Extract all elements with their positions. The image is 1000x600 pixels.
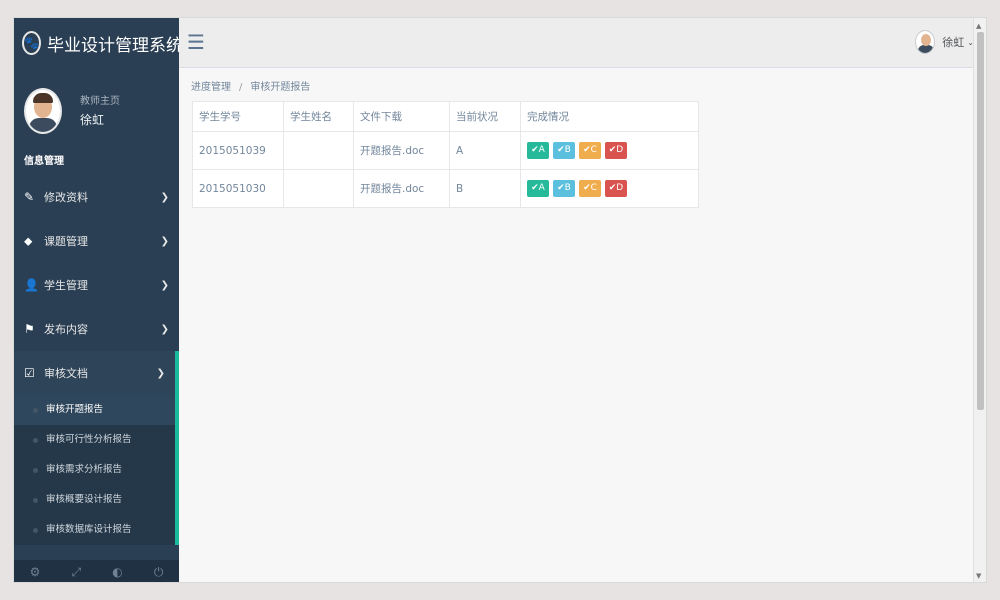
paw-icon: 🐾 [22,31,41,55]
column-header: 当前状况 [449,101,521,132]
sidebar-item-edit-profile[interactable]: ✎ 修改资料 ❯ [14,175,179,219]
grade-c-button[interactable]: ✔C [579,142,601,159]
sidebar-item-label: 发布内容 [44,323,88,336]
avatar [24,87,62,134]
submenu-item-proposal[interactable]: 审核开题报告 [14,395,175,425]
student-name-cell [283,169,354,208]
profile-name: 徐虹 [80,112,105,127]
grade-b-button[interactable]: ✔B [553,180,575,197]
chevron-down-icon: ❯ [160,191,169,203]
breadcrumb: 进度管理 / 审核开题报告 [191,78,310,93]
table-header-row: 学生学号 学生姓名 文件下载 当前状况 完成情况 [192,101,699,132]
status-cell: A [449,131,521,170]
fullscreen-icon[interactable]: ⤢ [72,565,82,580]
sidebar-item-publish[interactable]: ⚑ 发布内容 ❯ [14,307,179,351]
table-row: 2015051039 开题报告.doc A ✔A ✔B ✔C ✔D [192,131,699,170]
menu-section-title: 信息管理 [24,156,64,167]
sidebar-item-review-docs[interactable]: ☑ 审核文档 ❯ [14,351,179,395]
report-table: 学生学号 学生姓名 文件下载 当前状况 完成情况 2015051039 开题报告… [192,101,699,208]
sidebar: 🐾 毕业设计管理系统 教师主页 徐虹 信息管理 ✎ 修改资料 ❯ ⬥ 课题管理 … [14,18,183,582]
breadcrumb-separator: / [239,82,243,93]
grade-buttons: ✔A ✔B ✔C ✔D [520,169,699,208]
user-avatar [915,30,936,54]
profile-welcome: 教师主页 [80,95,120,107]
grade-buttons: ✔A ✔B ✔C ✔D [520,131,699,170]
flag-icon: ⚑ [24,322,35,336]
brand[interactable]: 🐾 毕业设计管理系统 [14,18,183,68]
eye-slash-icon[interactable]: ◐ [112,565,122,579]
tags-icon: ⬥ [24,233,33,248]
submenu-item-feasibility[interactable]: 审核可行性分析报告 [14,425,175,455]
top-navbar: ☰ 徐虹 ⌄ [179,18,986,68]
scroll-up-arrow-icon[interactable]: ▲ [976,22,981,30]
user-name: 徐虹 [942,36,965,49]
sidebar-item-label: 课题管理 [44,235,88,248]
chevron-down-icon: ❯ [160,323,169,335]
chevron-down-icon: ❯ [156,367,165,379]
settings-icon[interactable]: ⚙ [30,565,41,579]
power-icon[interactable]: ⏻ [154,565,164,580]
column-header: 学生姓名 [283,101,354,132]
student-id-cell: 2015051030 [192,169,284,208]
column-header: 完成情况 [520,101,699,132]
sidebar-item-students[interactable]: 👤 学生管理 ❯ [14,263,179,307]
breadcrumb-current: 审核开题报告 [250,82,311,93]
grade-d-button[interactable]: ✔D [605,142,627,159]
breadcrumb-parent[interactable]: 进度管理 [191,82,231,93]
grade-a-button[interactable]: ✔A [527,180,549,197]
submenu-item-outline-design[interactable]: 审核概要设计报告 [14,485,175,515]
sidebar-item-label: 学生管理 [44,279,88,292]
grade-a-button[interactable]: ✔A [527,142,549,159]
grade-b-button[interactable]: ✔B [553,142,575,159]
file-download-link[interactable]: 开题报告.doc [353,169,450,208]
chevron-down-icon: ❯ [160,279,169,291]
scroll-thumb[interactable] [977,32,984,410]
sidebar-item-topics[interactable]: ⬥ 课题管理 ❯ [14,219,179,263]
check-square-icon: ☑ [24,366,35,380]
file-download-link[interactable]: 开题报告.doc [353,131,450,170]
app-title: 毕业设计管理系统 [46,35,183,56]
edit-icon: ✎ [24,190,35,204]
sidebar-item-label: 审核文档 [44,367,88,380]
app-window: 🐾 毕业设计管理系统 教师主页 徐虹 信息管理 ✎ 修改资料 ❯ ⬥ 课题管理 … [13,17,987,583]
submenu-item-requirements[interactable]: 审核需求分析报告 [14,455,175,485]
student-name-cell [283,131,354,170]
chevron-down-icon: ❯ [160,235,169,247]
sidebar-item-label: 修改资料 [44,191,88,204]
vertical-scrollbar[interactable]: ▲ ▼ [973,18,986,582]
student-id-cell: 2015051039 [192,131,284,170]
sidebar-footer: ⚙ ⤢ ◐ ⏻ [14,560,179,582]
submenu-item-database-design[interactable]: 审核数据库设计报告 [14,515,175,545]
grade-d-button[interactable]: ✔D [605,180,627,197]
column-header: 学生学号 [192,101,284,132]
status-cell: B [449,169,521,208]
grade-c-button[interactable]: ✔C [579,180,601,197]
review-submenu: 审核开题报告 审核可行性分析报告 审核需求分析报告 审核概要设计报告 审核数据库… [14,395,179,545]
column-header: 文件下载 [353,101,450,132]
main-content: 进度管理 / 审核开题报告 学生学号 学生姓名 文件下载 当前状况 完成情况 201… [179,68,975,582]
table-row: 2015051030 开题报告.doc B ✔A ✔B ✔C ✔D [192,169,699,208]
user-icon: 👤 [24,278,39,292]
user-dropdown[interactable]: 徐虹 ⌄ [915,30,974,54]
profile-panel: 教师主页 徐虹 [14,68,179,153]
scroll-down-arrow-icon[interactable]: ▼ [976,572,981,580]
hamburger-icon[interactable]: ☰ [187,32,205,52]
